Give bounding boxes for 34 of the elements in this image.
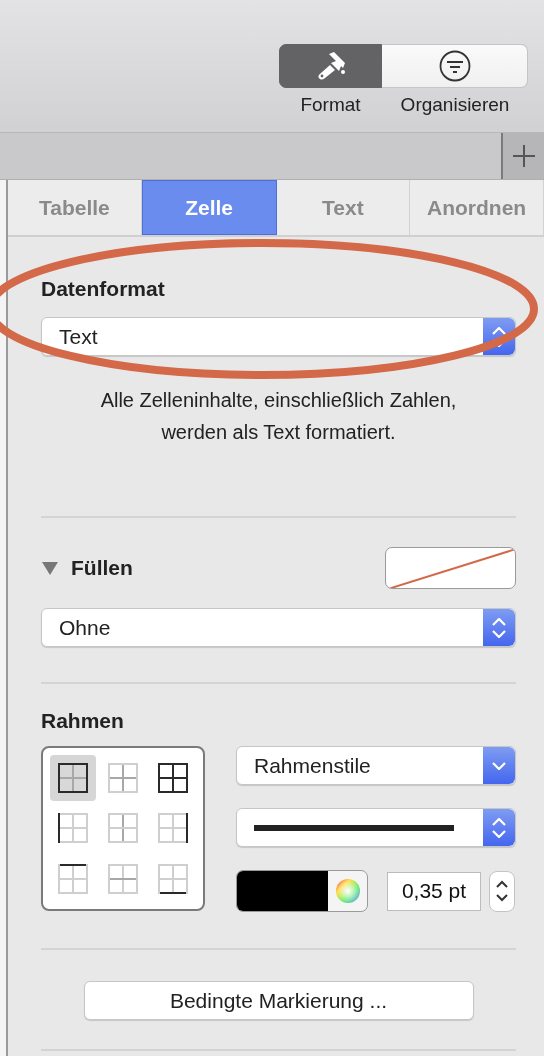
conditional-highlighting-button[interactable]: Bedingte Markierung ...: [83, 981, 474, 1020]
border-grid-icon: [57, 862, 89, 895]
border-grid-icon: [157, 812, 189, 845]
section-title: Rahmen: [41, 709, 125, 733]
toolbar-toggle-button[interactable]: [382, 44, 528, 88]
border-grid-icon: [107, 862, 139, 895]
border-width-field[interactable]: 0,35 pt: [387, 871, 481, 911]
toolbar-toggle-button[interactable]: [279, 44, 382, 88]
border-grid-icon: [157, 762, 189, 795]
disclosure-triangle-icon: [41, 560, 59, 576]
border-grid-icon: [107, 812, 139, 845]
border-grid-icon: [57, 812, 89, 845]
plus-icon: [511, 144, 536, 168]
border-style-dropdown[interactable]: Rahmenstile: [236, 746, 516, 785]
width-stepper[interactable]: [489, 870, 515, 912]
data-format-dropdown[interactable]: Text: [41, 317, 516, 356]
filter-icon: [438, 50, 471, 82]
add-button[interactable]: [501, 133, 544, 179]
format-description: Alle Zelleninhalte, einschließlich Zahlen, werden als Text formatiert.: [99, 388, 458, 445]
chevron-down-icon: [492, 761, 506, 770]
border-grid-icon: [107, 762, 139, 795]
section-title: Datenformat: [41, 277, 166, 301]
border-preset-button[interactable]: [50, 755, 96, 802]
line-style-dropdown[interactable]: [236, 808, 516, 847]
fill-disclosure[interactable]: Füllen: [41, 556, 133, 580]
toolbar-label: Format: [299, 94, 362, 116]
line-sample-icon: [254, 824, 454, 831]
no-fill-swatch[interactable]: [385, 547, 516, 589]
border-grid-icon: [157, 862, 189, 895]
toolbar-label: Organisieren: [399, 94, 511, 116]
color-well[interactable]: [236, 870, 368, 912]
fill-dropdown[interactable]: Ohne: [41, 608, 516, 647]
color-wheel-icon: [334, 878, 361, 904]
border-grid-icon: [57, 762, 89, 795]
